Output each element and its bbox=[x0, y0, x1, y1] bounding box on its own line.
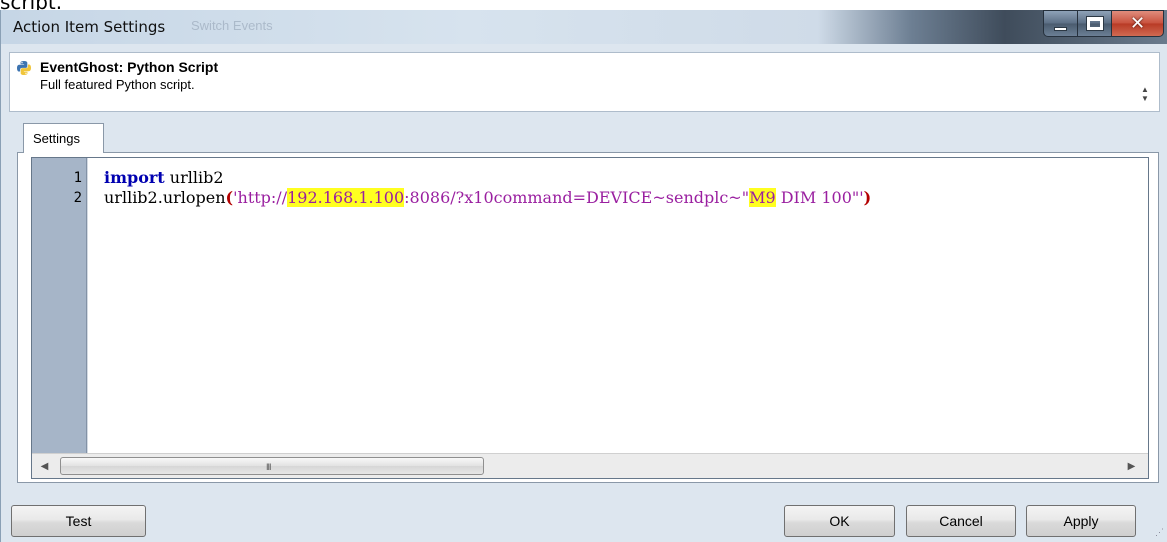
code-paren: ) bbox=[863, 188, 872, 207]
code-string: 'http:// bbox=[233, 188, 288, 207]
background-window-title: Switch Events bbox=[191, 18, 273, 33]
tab-settings[interactable]: Settings bbox=[23, 123, 104, 153]
close-icon: ✕ bbox=[1129, 13, 1146, 34]
scroll-left-icon[interactable]: ◀ bbox=[36, 458, 53, 475]
code-string: :8086/?x10command=DEVICE~sendplc~" bbox=[404, 188, 750, 207]
fold-margin bbox=[87, 158, 100, 453]
maximize-icon bbox=[1085, 16, 1104, 31]
minimize-button[interactable] bbox=[1043, 10, 1078, 37]
plugin-title: EventGhost: Python Script bbox=[40, 59, 219, 75]
code-line[interactable]: import urllib2 bbox=[104, 168, 224, 187]
scrollbar-thumb[interactable]: III bbox=[60, 457, 484, 475]
code-keyword: import bbox=[104, 168, 165, 187]
line-number-gutter: 1 2 bbox=[32, 158, 87, 453]
window-title: Action Item Settings bbox=[13, 18, 166, 36]
python-code-editor[interactable]: 1 2 import urllib2 urllib2.urlopen('http… bbox=[31, 157, 1149, 479]
test-button[interactable]: Test bbox=[11, 505, 146, 537]
code-line[interactable]: urllib2.urlopen('http://192.168.1.100:80… bbox=[104, 188, 871, 207]
spin-down-icon[interactable]: ▼ bbox=[1141, 94, 1149, 103]
title-bar[interactable]: Switch Events Action Item Settings ✕ bbox=[1, 10, 1167, 44]
apply-button[interactable]: Apply bbox=[1026, 505, 1136, 537]
close-button[interactable]: ✕ bbox=[1112, 10, 1164, 37]
highlighted-device-code: M9 bbox=[749, 188, 776, 207]
window-controls: ✕ bbox=[1043, 10, 1164, 37]
maximize-button[interactable] bbox=[1078, 10, 1112, 37]
plugin-info-panel: EventGhost: Python Script Full featured … bbox=[9, 52, 1160, 112]
code-text: urllib2 bbox=[164, 168, 224, 187]
code-string: DIM 100"' bbox=[775, 188, 864, 207]
scrollbar-grip: III bbox=[266, 462, 271, 472]
code-call: urllib2.urlopen bbox=[104, 188, 226, 207]
line-number: 2 bbox=[73, 190, 82, 206]
plugin-description: Full featured Python script. bbox=[40, 77, 195, 92]
scroll-right-icon[interactable]: ▶ bbox=[1123, 458, 1140, 475]
code-paren: ( bbox=[225, 188, 234, 207]
spin-up-icon[interactable]: ▲ bbox=[1141, 85, 1149, 94]
action-item-settings-dialog: Switch Events Action Item Settings ✕ Eve… bbox=[0, 10, 1167, 542]
highlighted-ip-address: 192.168.1.100 bbox=[287, 188, 405, 207]
resize-grip-icon[interactable]: ⋰ bbox=[1155, 528, 1165, 540]
description-spin-control[interactable]: ▲ ▼ bbox=[1139, 83, 1151, 105]
horizontal-scrollbar[interactable]: ◀ III ▶ bbox=[32, 453, 1148, 478]
tab-settings-label: Settings bbox=[33, 131, 80, 146]
line-number: 1 bbox=[73, 170, 82, 186]
ok-button[interactable]: OK bbox=[784, 505, 895, 537]
python-icon bbox=[17, 61, 31, 75]
cancel-button[interactable]: Cancel bbox=[906, 505, 1016, 537]
minimize-icon bbox=[1054, 26, 1067, 31]
